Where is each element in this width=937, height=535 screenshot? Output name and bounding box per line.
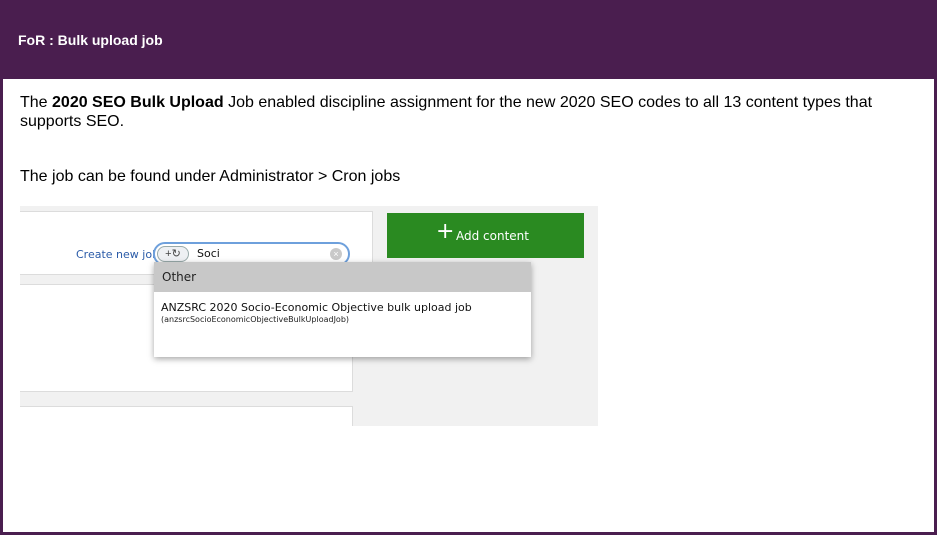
- search-refresh-icon[interactable]: +↻: [157, 246, 189, 262]
- intro-paragraph: The 2020 SEO Bulk Upload Job enabled dis…: [20, 93, 920, 131]
- panel-header: FoR : Bulk upload job: [3, 3, 934, 79]
- result-item-subtitle[interactable]: (anzsrcSocioEconomicObjectiveBulkUploadJ…: [161, 315, 349, 324]
- panel-body: The 2020 SEO Bulk Upload Job enabled dis…: [20, 93, 920, 185]
- clear-icon[interactable]: ×: [330, 248, 342, 260]
- panel-title: FoR : Bulk upload job: [18, 32, 163, 48]
- search-value: Soci: [197, 247, 220, 260]
- intro-prefix: The: [20, 94, 53, 111]
- result-item-title[interactable]: ANZSRC 2020 Socio-Economic Objective bul…: [161, 301, 472, 314]
- content-card-lower: [20, 406, 353, 426]
- add-content-label: Add content: [456, 229, 529, 243]
- info-panel: FoR : Bulk upload job The 2020 SEO Bulk …: [0, 0, 937, 535]
- dropdown-group-header: Other: [154, 262, 531, 292]
- add-content-button[interactable]: + Add content: [387, 213, 584, 258]
- embedded-screenshot: Create new job +↻ Soci × Other ANZSRC 20…: [20, 206, 598, 426]
- plus-icon: +: [436, 219, 455, 244]
- job-name: 2020 SEO Bulk Upload: [52, 94, 224, 111]
- location-paragraph: The job can be found under Administrator…: [20, 168, 401, 185]
- create-new-job-link[interactable]: Create new job: [76, 248, 159, 261]
- search-results-dropdown: Other ANZSRC 2020 Socio-Economic Objecti…: [154, 262, 531, 357]
